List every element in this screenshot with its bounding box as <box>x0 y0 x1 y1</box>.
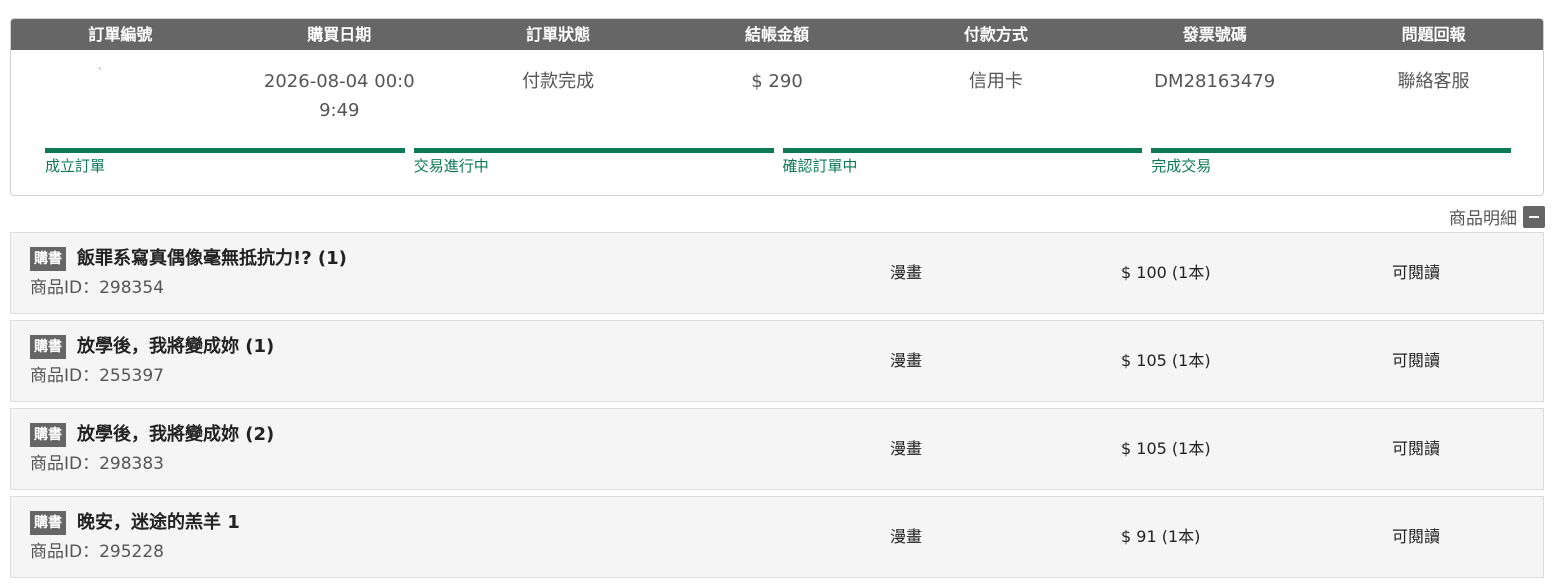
product-details-toggle[interactable]: 商品明細 <box>1449 204 1545 229</box>
product-item: 購書 放學後，我將變成妳 (2) 商品ID：298383 漫畫 $ 105 (1… <box>10 408 1544 490</box>
product-status: 可閱讀 <box>1392 527 1441 546</box>
progress-step-label: 確認訂單中 <box>782 157 858 175</box>
product-price: $ 105 (1本) <box>1121 351 1211 370</box>
header-payment-method: 付款方式 <box>963 25 1028 44</box>
product-title[interactable]: 晚安，迷途的羔羊 1 <box>77 509 240 537</box>
product-category: 漫畫 <box>890 439 923 458</box>
product-category: 漫畫 <box>890 263 923 282</box>
progress-step-label: 成立訂單 <box>45 157 106 175</box>
purchase-tag: 購書 <box>30 511 66 535</box>
amount-value: $ 290 <box>751 71 803 92</box>
product-id: 商品ID：298383 <box>30 454 164 474</box>
progress-step-label: 交易進行中 <box>413 157 489 175</box>
order-progress: 成立訂單 交易進行中 確認訂單中 完成交易 <box>45 148 1511 176</box>
header-order-status: 訂單狀態 <box>526 25 591 44</box>
contact-support-link[interactable]: 聯絡客服 <box>1324 67 1543 125</box>
order-table-header: 訂單編號 購買日期 訂單狀態 結帳金額 付款方式 發票號碼 問題回報 <box>11 19 1543 50</box>
order-status-value: 付款完成 <box>522 71 595 92</box>
collapse-minus-icon[interactable] <box>1523 205 1545 228</box>
header-purchase-date: 購買日期 <box>307 25 372 44</box>
payment-method-value: 信用卡 <box>968 71 1023 92</box>
product-price: $ 100 (1本) <box>1121 263 1211 282</box>
product-title[interactable]: 放學後，我將變成妳 (2) <box>77 421 274 449</box>
header-amount: 結帳金額 <box>745 25 810 44</box>
product-id: 商品ID：298354 <box>30 278 164 298</box>
product-status: 可閱讀 <box>1392 351 1441 370</box>
progress-step-label: 完成交易 <box>1151 157 1212 175</box>
header-invoice: 發票號碼 <box>1182 25 1247 44</box>
purchase-date-value: 2026-08-04 00:09:49 <box>263 71 415 121</box>
purchase-tag: 購書 <box>30 335 66 359</box>
product-item: 購書 飯罪系寫真偶像毫無抵抗力!? (1) 商品ID：298354 漫畫 $ 1… <box>10 232 1544 314</box>
product-title[interactable]: 放學後，我將變成妳 (1) <box>77 333 274 361</box>
product-category: 漫畫 <box>890 527 923 546</box>
order-card: 訂單編號 購買日期 訂單狀態 結帳金額 付款方式 發票號碼 問題回報 ` 202… <box>10 18 1544 196</box>
product-price: $ 91 (1本) <box>1121 527 1201 546</box>
purchase-tag: 購書 <box>30 423 66 447</box>
product-status: 可閱讀 <box>1392 439 1441 458</box>
product-id: 商品ID：255397 <box>30 366 164 386</box>
order-id-value: ` <box>11 66 230 125</box>
product-id: 商品ID：295228 <box>30 542 164 562</box>
progress-step: 確認訂單中 <box>782 148 1143 176</box>
progress-step: 交易進行中 <box>413 148 774 176</box>
product-item: 購書 晚安，迷途的羔羊 1 商品ID：295228 漫畫 $ 91 (1本) 可… <box>10 496 1544 578</box>
order-id-mark: ` <box>97 66 104 80</box>
order-row: ` 2026-08-04 00:09:49 付款完成 $ 290 信用卡 DM2… <box>11 66 1543 125</box>
header-order-id: 訂單編號 <box>88 25 153 44</box>
invoice-value: DM28163479 <box>1154 71 1276 92</box>
purchase-tag: 購書 <box>30 247 66 271</box>
progress-step: 成立訂單 <box>45 148 405 176</box>
header-report: 問題回報 <box>1401 25 1466 44</box>
product-item: 購書 放學後，我將變成妳 (1) 商品ID：255397 漫畫 $ 105 (1… <box>10 320 1544 402</box>
progress-step: 完成交易 <box>1151 148 1511 176</box>
product-status: 可閱讀 <box>1392 263 1441 282</box>
product-category: 漫畫 <box>890 351 923 370</box>
product-title[interactable]: 飯罪系寫真偶像毫無抵抗力!? (1) <box>77 245 347 273</box>
product-details-label: 商品明細 <box>1449 209 1517 229</box>
product-price: $ 105 (1本) <box>1121 439 1211 458</box>
